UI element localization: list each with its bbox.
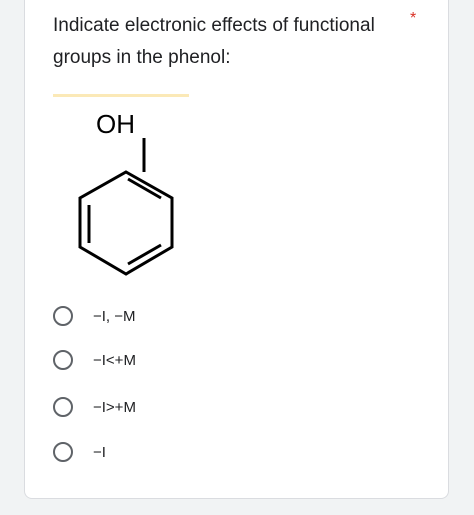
question-card: Indicate electronic effects of functiona…	[24, 0, 449, 499]
radio-button[interactable]	[53, 350, 73, 370]
option-row-1[interactable]: −I, −M	[53, 302, 136, 330]
required-asterisk: *	[410, 10, 417, 27]
benzene-ring	[78, 170, 174, 276]
option-row-3[interactable]: −I>+M	[53, 393, 136, 421]
radio-button[interactable]	[53, 397, 73, 417]
question-title: Indicate electronic effects of functiona…	[53, 15, 375, 68]
option-row-4[interactable]: −I	[53, 438, 106, 466]
radio-button[interactable]	[53, 306, 73, 326]
option-label: −I, −M	[93, 307, 136, 325]
double-bond-bottom-right	[127, 243, 162, 266]
phenol-structure-drawing: OH	[78, 109, 174, 276]
option-label: −I>+M	[93, 398, 136, 416]
hydroxyl-label: OH	[96, 109, 135, 139]
phenol-structure-image: OH	[53, 94, 189, 288]
option-label: −I<+M	[93, 351, 136, 369]
option-label: −I	[93, 443, 106, 461]
option-row-2[interactable]: −I<+M	[53, 346, 136, 374]
radio-button[interactable]	[53, 442, 73, 462]
